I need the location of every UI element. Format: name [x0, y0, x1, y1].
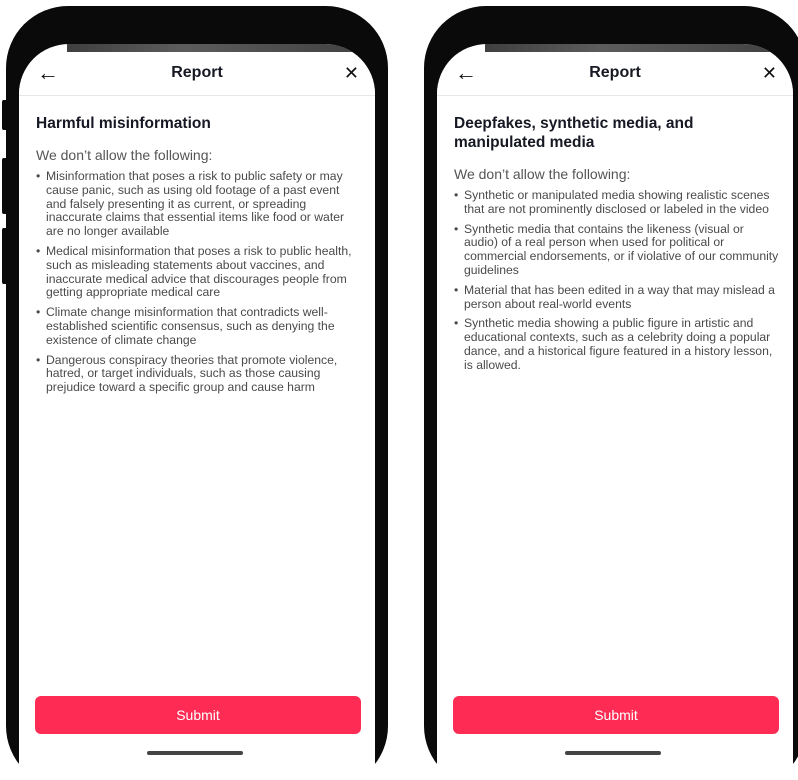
- report-screen: ← Report ✕ Harmful misinformation We don…: [19, 44, 375, 780]
- page-title: Report: [171, 64, 223, 81]
- list-item: Climate change misinformation that contr…: [36, 305, 361, 347]
- list-item: Medical misinformation that poses a risk…: [36, 244, 361, 300]
- list-item: Synthetic media that contains the likene…: [454, 222, 779, 278]
- policy-rules-list: Synthetic or manipulated media showing r…: [454, 188, 779, 373]
- home-indicator: [565, 751, 661, 755]
- side-button: [2, 228, 8, 284]
- report-screen: ← Report ✕ Deepfakes, synthetic media, a…: [437, 44, 793, 780]
- policy-content: Deepfakes, synthetic media, and manipula…: [454, 114, 779, 379]
- policy-intro: We don’t allow the following:: [36, 147, 213, 163]
- report-header: ← Report ✕: [19, 52, 375, 96]
- list-item: Synthetic media showing a public figure …: [454, 316, 779, 372]
- list-item: Material that has been edited in a way t…: [454, 283, 779, 312]
- submit-button[interactable]: Submit: [35, 696, 361, 734]
- phone-frame-right: ← Report ✕ Deepfakes, synthetic media, a…: [424, 6, 798, 780]
- submit-button[interactable]: Submit: [453, 696, 779, 734]
- policy-rules-list: Misinformation that poses a risk to publ…: [36, 169, 361, 395]
- policy-intro: We don’t allow the following:: [454, 166, 631, 182]
- phone-frame-left: ← Report ✕ Harmful misinformation We don…: [2, 6, 388, 780]
- side-button: [2, 158, 8, 214]
- report-header: ← Report ✕: [437, 52, 793, 96]
- close-icon[interactable]: ✕: [344, 62, 359, 84]
- list-item: Synthetic or manipulated media showing r…: [454, 188, 779, 217]
- policy-title: Deepfakes, synthetic media, and manipula…: [454, 115, 694, 151]
- page-title: Report: [589, 64, 641, 81]
- list-item: Dangerous conspiracy theories that promo…: [36, 353, 361, 395]
- list-item: Misinformation that poses a risk to publ…: [36, 169, 361, 239]
- close-icon[interactable]: ✕: [762, 62, 777, 84]
- policy-title: Harmful misinformation: [36, 115, 211, 132]
- home-indicator: [147, 751, 243, 755]
- policy-content: Harmful misinformation We don’t allow th…: [36, 114, 361, 401]
- side-button: [2, 100, 8, 130]
